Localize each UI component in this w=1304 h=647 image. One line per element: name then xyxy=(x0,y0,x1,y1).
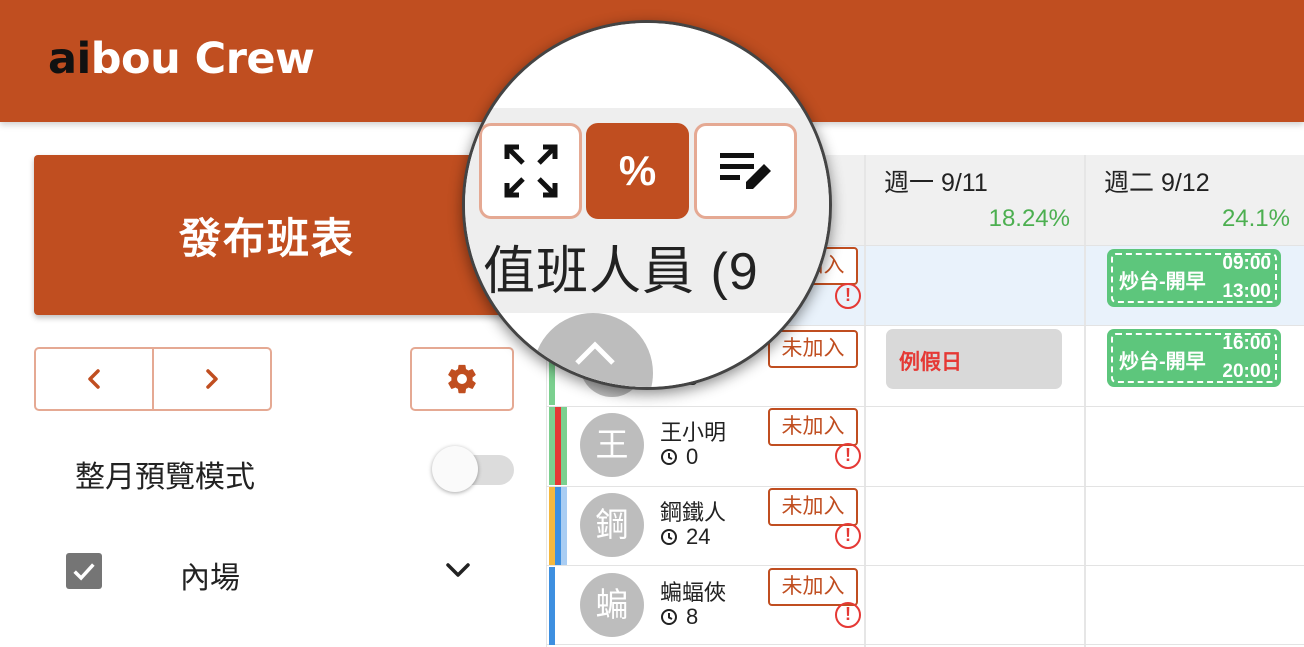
avatar: 鋼 xyxy=(580,493,644,557)
hours-value: 0 xyxy=(686,444,699,469)
day-header-tue: 週二 9/12 xyxy=(1104,169,1210,197)
fullscreen-button[interactable] xyxy=(479,123,582,219)
area-checkbox[interactable] xyxy=(66,553,102,589)
area-label: 內場 xyxy=(180,562,240,595)
day-percent-mon: 18.24% xyxy=(988,205,1070,232)
shift-block[interactable]: 炒台-開早 16:00 20:00 xyxy=(1107,329,1281,387)
clock-icon xyxy=(661,609,677,625)
lens-topbar xyxy=(465,23,829,108)
shift-start: 09:00 xyxy=(1222,253,1271,274)
clock-icon xyxy=(661,529,677,545)
day-header-mon: 週一 9/11 xyxy=(884,169,988,197)
warning-icon[interactable]: ! xyxy=(835,443,861,469)
check-icon xyxy=(73,563,95,581)
grid-divider xyxy=(1084,155,1086,647)
shift-start: 16:00 xyxy=(1222,333,1271,354)
role-color-bar xyxy=(561,487,567,565)
shift-name: 炒台-開早 xyxy=(1119,271,1206,293)
employee-hours: 0 xyxy=(660,444,698,470)
fullscreen-icon xyxy=(504,144,557,198)
edit-list-icon xyxy=(719,153,771,189)
month-view-toggle[interactable] xyxy=(430,444,514,494)
employee-hours: 24 xyxy=(660,524,710,550)
employee-name[interactable]: 鋼鐵人 xyxy=(660,495,726,527)
grid-divider xyxy=(864,155,866,647)
percent-toggle-button[interactable]: % xyxy=(586,123,689,219)
magnifier-lens: % 值班人員 (9 xyxy=(462,20,832,390)
chevron-up-icon xyxy=(575,341,615,365)
holiday-block[interactable]: 例假日 xyxy=(886,329,1062,389)
grid-row-line xyxy=(546,486,1304,487)
toggle-knob xyxy=(432,446,478,492)
day-percent-tue: 24.1% xyxy=(1221,205,1290,232)
hours-value: 8 xyxy=(686,604,699,629)
shift-block[interactable]: 炒台-開早 09:00 13:00 xyxy=(1107,249,1281,307)
staff-column-header: 值班人員 (9 xyxy=(483,243,759,301)
grid-row-line xyxy=(546,565,1304,566)
avatar: 王 xyxy=(580,413,644,477)
shift-inner: 炒台-開早 09:00 13:00 xyxy=(1111,253,1277,303)
week-nav-group xyxy=(34,347,272,411)
warning-icon[interactable]: ! xyxy=(835,523,861,549)
chevron-left-icon xyxy=(88,369,100,389)
warning-icon[interactable]: ! xyxy=(835,602,861,628)
prev-week-button[interactable] xyxy=(36,349,152,409)
not-joined-badge[interactable]: 未加入 xyxy=(768,408,858,446)
clock-icon xyxy=(661,449,677,465)
not-joined-badge[interactable]: 未加入 xyxy=(768,568,858,606)
grid-row-line xyxy=(546,406,1304,407)
hours-value: 24 xyxy=(686,524,711,549)
warning-icon[interactable]: ! xyxy=(835,283,861,309)
month-view-label: 整月預覽模式 xyxy=(75,461,255,494)
shift-end: 13:00 xyxy=(1222,281,1271,302)
employee-name[interactable]: 王小明 xyxy=(660,415,726,447)
edit-list-button[interactable] xyxy=(694,123,797,219)
shift-inner: 炒台-開早 16:00 20:00 xyxy=(1111,333,1277,383)
not-joined-badge[interactable]: 未加入 xyxy=(768,488,858,526)
next-week-button[interactable] xyxy=(152,349,270,409)
chevron-down-icon[interactable] xyxy=(440,556,476,586)
grid-row-line xyxy=(546,644,1304,645)
role-color-bar xyxy=(549,567,555,645)
employee-hours: 8 xyxy=(660,604,698,630)
employee-name[interactable]: 蝙蝠俠 xyxy=(660,575,726,607)
app-brand[interactable]: aibou Crew xyxy=(48,34,315,84)
avatar: 蝙 xyxy=(580,573,644,637)
shift-end: 20:00 xyxy=(1222,361,1271,382)
publish-schedule-button[interactable]: 發布班表 xyxy=(34,155,518,315)
chevron-right-icon xyxy=(206,369,218,389)
shift-name: 炒台-開早 xyxy=(1119,351,1206,373)
role-color-bar xyxy=(561,407,567,485)
